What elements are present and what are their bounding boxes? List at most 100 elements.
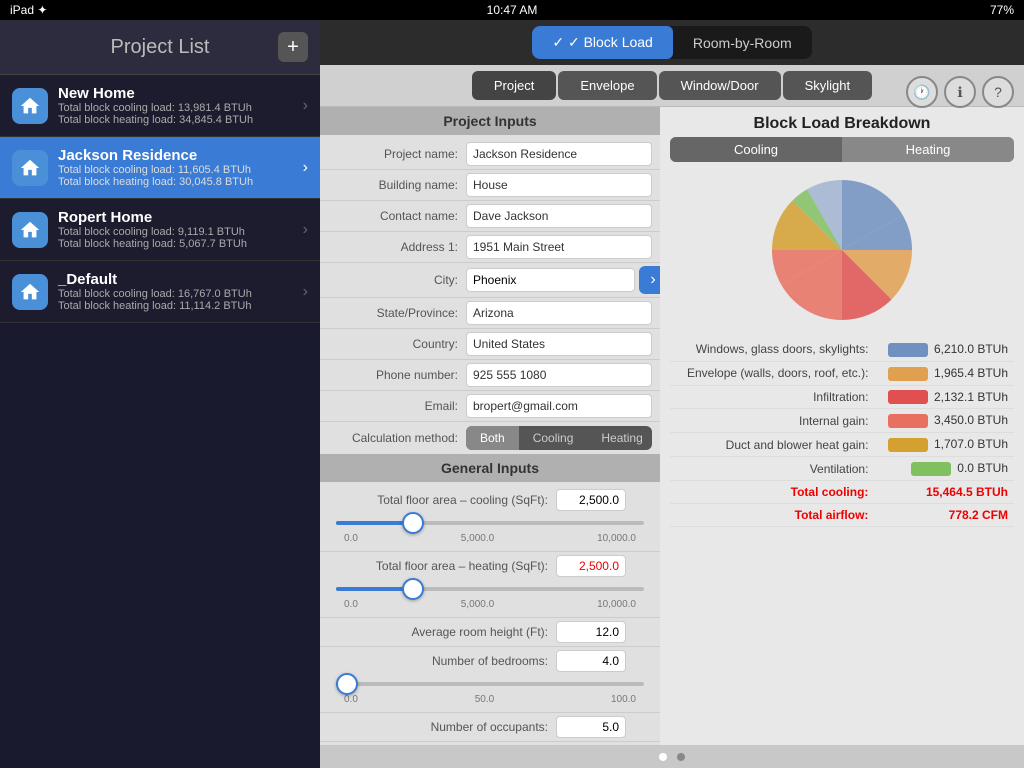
field-country: Country: (320, 329, 660, 360)
state-input[interactable] (466, 301, 652, 325)
total-airflow-row: Total airflow: 778.2 CFM (670, 503, 1014, 526)
total-cooling-label: Total cooling: (670, 480, 874, 503)
calc-method-toggle: Both Cooling Heating (466, 426, 652, 450)
table-row: Ventilation: 0.0 BTUh (670, 457, 1014, 481)
row-value: 1,965.4 BTUh (874, 361, 1014, 385)
table-row: Envelope (walls, doors, roof, etc.): 1,9… (670, 361, 1014, 385)
tab-window-door[interactable]: Window/Door (659, 71, 781, 100)
info-icon[interactable]: ℹ (944, 76, 976, 108)
bedrooms-label: Number of bedrooms: (328, 654, 548, 668)
table-row: Infiltration: 2,132.1 BTUh (670, 385, 1014, 409)
dot-1 (659, 753, 667, 761)
slider-max: 10,000.0 (597, 533, 636, 544)
tab-envelope[interactable]: Envelope (558, 71, 656, 100)
country-input[interactable] (466, 332, 652, 356)
general-inputs-header: General Inputs (320, 454, 660, 482)
project-info: _Default Total block cooling load: 16,76… (58, 271, 297, 312)
table-row: Duct and blower heat gain: 1,707.0 BTUh (670, 433, 1014, 457)
project-info: Ropert Home Total block cooling load: 9,… (58, 209, 297, 250)
project-cooling: Total block cooling load: 16,767.0 BTUh (58, 288, 297, 300)
floor-heating-input[interactable] (556, 555, 626, 577)
floor-cooling-row: Total floor area – cooling (SqFt): 0.0 (320, 486, 660, 552)
tab-skylight[interactable]: Skylight (783, 71, 873, 100)
address-input[interactable] (466, 235, 652, 259)
chevron-right-icon: › (303, 97, 308, 115)
slider-b-mid: 50.0 (475, 694, 494, 705)
help-icon[interactable]: ? (982, 76, 1014, 108)
home-icon (19, 219, 41, 241)
project-cooling: Total block cooling load: 13,981.4 BTUh (58, 102, 297, 114)
slider-b-min: 0.0 (344, 694, 358, 705)
sidebar-project-item[interactable]: Ropert Home Total block cooling load: 9,… (0, 199, 320, 261)
row-value: 3,450.0 BTUh (874, 409, 1014, 433)
occupants-input[interactable] (556, 716, 626, 738)
project-name-input[interactable] (466, 142, 652, 166)
history-icon[interactable]: 🕐 (906, 76, 938, 108)
project-info: New Home Total block cooling load: 13,98… (58, 85, 297, 126)
total-cooling-value: 15,464.5 BTUh (874, 480, 1014, 503)
sidebar-header: Project List + (0, 20, 320, 75)
calc-heating-btn[interactable]: Heating (587, 426, 652, 450)
contact-name-input[interactable] (466, 204, 652, 228)
home-icon (19, 281, 41, 303)
bedrooms-row: Number of bedrooms: 0.0 50.0 (320, 647, 660, 713)
email-input[interactable] (466, 394, 652, 418)
home-icon (19, 157, 41, 179)
chevron-right-icon: › (303, 221, 308, 239)
project-list: New Home Total block cooling load: 13,98… (0, 75, 320, 323)
project-heating: Total block heating load: 5,067.7 BTUh (58, 238, 297, 250)
project-heating: Total block heating load: 11,114.2 BTUh (58, 300, 297, 312)
slider-b-max: 100.0 (611, 694, 636, 705)
sidebar-project-item[interactable]: New Home Total block cooling load: 13,98… (0, 75, 320, 137)
total-cooling-row: Total cooling: 15,464.5 BTUh (670, 480, 1014, 503)
phone-input[interactable] (466, 363, 652, 387)
building-name-input[interactable] (466, 173, 652, 197)
home-icon (19, 95, 41, 117)
form-panel: Project Inputs Project name: Building na… (320, 107, 660, 745)
status-left: iPad ✦ (10, 3, 47, 17)
row-label: Internal gain: (670, 409, 874, 433)
floor-cooling-slider[interactable] (336, 513, 644, 533)
project-heating: Total block heating load: 34,845.4 BTUh (58, 114, 297, 126)
city-search-button[interactable]: › (639, 266, 660, 294)
total-airflow-value: 778.2 CFM (874, 503, 1014, 526)
floor-cooling-input[interactable] (556, 489, 626, 511)
bedrooms-slider[interactable] (336, 674, 644, 694)
room-height-input[interactable] (556, 621, 626, 643)
sidebar: Project List + New Home Total block cool… (0, 20, 320, 768)
field-calc-method: Calculation method: Both Cooling Heating (320, 422, 660, 454)
calc-cooling-btn[interactable]: Cooling (519, 426, 588, 450)
block-load-tab[interactable]: ✓ Block Load (532, 26, 673, 59)
floor-heating-row: Total floor area – heating (SqFt): 0.0 (320, 552, 660, 618)
floor-heating-slider[interactable] (336, 579, 644, 599)
field-building-name: Building name: (320, 170, 660, 201)
room-by-room-tab[interactable]: Room-by-Room (673, 26, 812, 59)
heating-tab[interactable]: Heating (842, 137, 1014, 162)
row-value: 1,707.0 BTUh (874, 433, 1014, 457)
slider-h-max: 10,000.0 (597, 599, 636, 610)
add-project-button[interactable]: + (278, 32, 308, 62)
project-icon (12, 150, 48, 186)
calc-both-btn[interactable]: Both (466, 426, 519, 450)
row-label: Duct and blower heat gain: (670, 433, 874, 457)
project-icon (12, 274, 48, 310)
mode-toggle: ✓ Block Load Room-by-Room (532, 26, 811, 59)
breakdown-table: Windows, glass doors, skylights: 6,210.0… (670, 338, 1014, 527)
sidebar-title: Project List (42, 36, 278, 59)
cooling-tab[interactable]: Cooling (670, 137, 842, 162)
field-city: City: › (320, 263, 660, 298)
row-label: Windows, glass doors, skylights: (670, 338, 874, 361)
pie-chart (742, 170, 942, 330)
field-phone: Phone number: (320, 360, 660, 391)
row-label: Ventilation: (670, 457, 874, 481)
project-name: New Home (58, 85, 297, 102)
sidebar-project-item[interactable]: _Default Total block cooling load: 16,76… (0, 261, 320, 323)
city-input[interactable] (466, 268, 635, 292)
bedrooms-input[interactable] (556, 650, 626, 672)
field-state: State/Province: (320, 298, 660, 329)
slider-h-mid: 5,000.0 (461, 599, 494, 610)
tab-project[interactable]: Project (472, 71, 556, 100)
total-airflow-label: Total airflow: (670, 503, 874, 526)
breakdown-title: Block Load Breakdown (670, 107, 1014, 137)
sidebar-project-item[interactable]: Jackson Residence Total block cooling lo… (0, 137, 320, 199)
